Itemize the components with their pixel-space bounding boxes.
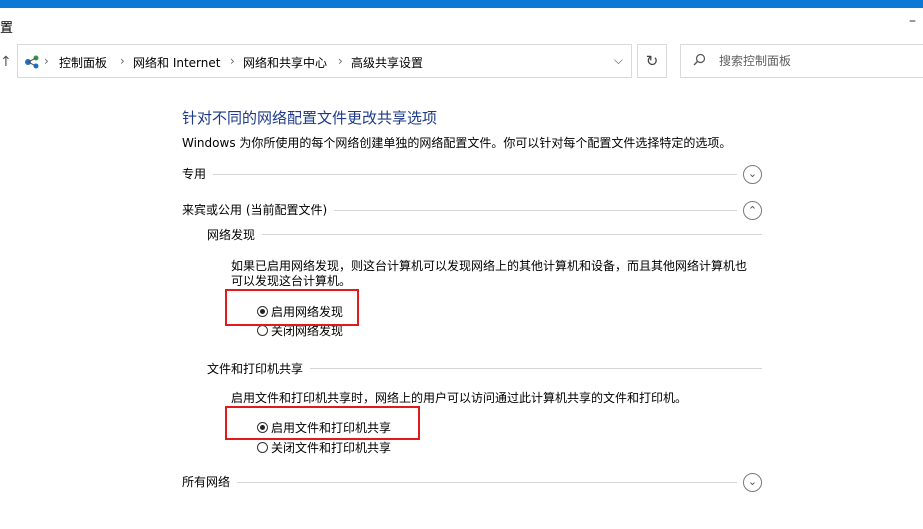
network-icon [25, 55, 39, 69]
title-bar: 置 – [0, 8, 923, 38]
breadcrumb-separator: › [44, 54, 49, 68]
expand-all-networks-chevron-down-icon[interactable]: ⌄ [743, 473, 762, 492]
address-row: ↑ › 控制面板 › 网络和 Internet › 网络和共享中心 › 高级共享… [0, 38, 923, 84]
profile-guest-public-label[interactable]: 来宾或公用 (当前配置文件) [182, 201, 327, 218]
breadcrumb-separator: › [120, 54, 125, 68]
section-divider [262, 234, 762, 235]
window-title: 置 [0, 21, 14, 36]
collapse-guest-public-chevron-up-icon[interactable]: ⌃ [743, 201, 762, 220]
radio-file-sharing-off[interactable]: 关闭文件和打印机共享 [257, 439, 391, 456]
section-divider [310, 368, 762, 369]
main-content: 针对不同的网络配置文件更改共享选项 Windows 为你所使用的每个网络创建单独… [0, 84, 923, 529]
window-accent-bar [0, 0, 923, 8]
breadcrumb-network-internet[interactable]: 网络和 Internet [133, 54, 220, 71]
section-divider [213, 174, 737, 175]
page-description: Windows 为你所使用的每个网络创建单独的网络配置文件。你可以针对每个配置文… [182, 136, 732, 150]
expand-private-chevron-down-icon[interactable]: ⌄ [743, 165, 762, 184]
network-discovery-heading: 网络发现 [207, 228, 256, 242]
breadcrumb-separator: › [230, 54, 235, 68]
breadcrumb-control-panel[interactable]: 控制面板 [59, 54, 107, 71]
description-line: 可以发现这台计算机。 [231, 274, 352, 288]
address-bar[interactable]: › 控制面板 › 网络和 Internet › 网络和共享中心 › 高级共享设置… [17, 44, 632, 78]
breadcrumb-separator: › [338, 54, 343, 68]
page-title: 针对不同的网络配置文件更改共享选项 [182, 109, 438, 127]
search-icon [693, 53, 706, 70]
description-line: 如果已启用网络发现，则这台计算机可以发现网络上的其他计算机和设备，而且其他网络计… [231, 259, 748, 273]
search-input[interactable] [719, 52, 909, 70]
section-divider [334, 210, 737, 211]
red-highlight-box [225, 406, 420, 440]
profile-all-networks-label[interactable]: 所有网络 [182, 473, 230, 490]
search-box[interactable] [680, 44, 923, 78]
minimize-button[interactable]: – [909, 13, 923, 33]
up-arrow-icon[interactable]: ↑ [0, 54, 12, 70]
breadcrumb-network-sharing-center[interactable]: 网络和共享中心 [243, 54, 327, 71]
network-discovery-description: 如果已启用网络发现，则这台计算机可以发现网络上的其他计算机和设备，而且其他网络计… [231, 259, 761, 289]
radio-label: 关闭文件和打印机共享 [271, 441, 392, 455]
section-divider [237, 482, 737, 483]
file-printer-sharing-heading: 文件和打印机共享 [207, 362, 304, 376]
refresh-button[interactable]: ↻ [637, 44, 667, 78]
radio-unselected-icon[interactable] [257, 325, 268, 336]
breadcrumb-advanced-sharing[interactable]: 高级共享设置 [351, 54, 423, 71]
file-printer-sharing-description: 启用文件和打印机共享时，网络上的用户可以访问通过此计算机共享的文件和打印机。 [231, 391, 688, 405]
profile-private-label[interactable]: 专用 [182, 165, 206, 182]
radio-label: 关闭网络发现 [271, 324, 344, 338]
radio-unselected-icon[interactable] [257, 442, 268, 453]
address-dropdown-icon[interactable]: ⌵ [614, 53, 623, 68]
red-highlight-box [225, 289, 359, 326]
